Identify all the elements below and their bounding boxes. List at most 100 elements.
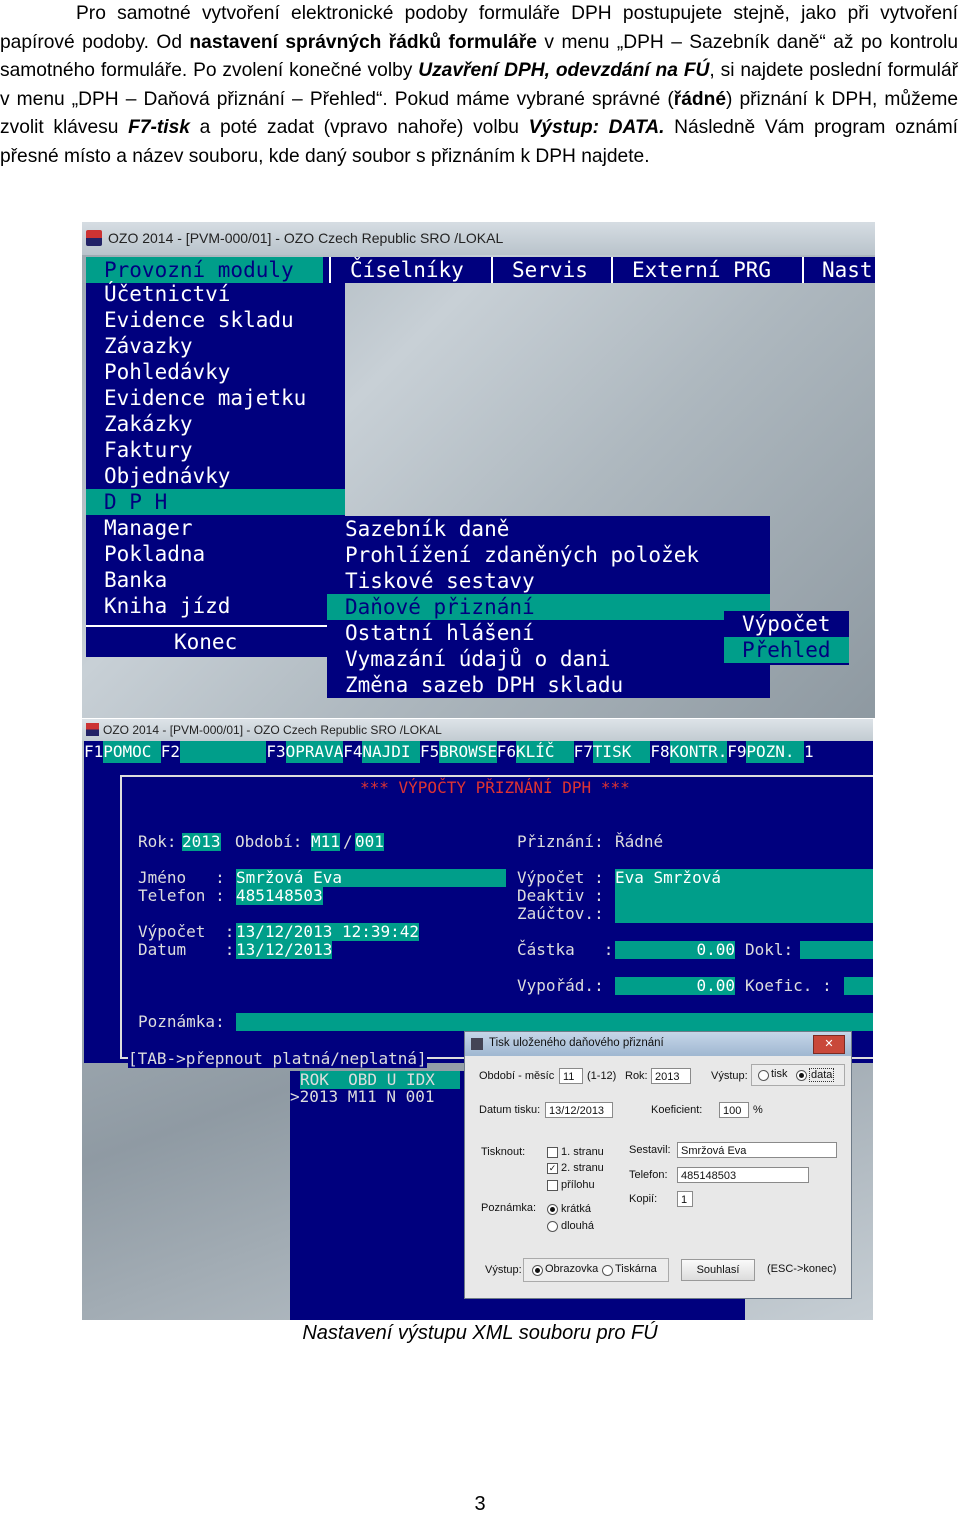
datum-field[interactable]: 13/12/2013 xyxy=(236,941,333,959)
fkey-label[interactable]: KLÍČ xyxy=(516,741,574,763)
menu-item-ucetnictvi[interactable]: Účetnictví xyxy=(104,281,230,307)
figure-caption: Nastavení výstupu XML souboru pro FÚ xyxy=(302,1322,658,1344)
radio-data[interactable] xyxy=(796,1070,807,1081)
menu-externi-prg[interactable]: Externí PRG xyxy=(632,257,771,283)
range-label: (1-12) xyxy=(587,1070,617,1082)
jmeno-field[interactable]: Smržová Eva xyxy=(236,869,506,887)
list-row[interactable]: >2013 M11 N 001 xyxy=(290,1088,435,1106)
obdobi-month-field[interactable]: M11 xyxy=(311,833,340,851)
radio-dlouha[interactable] xyxy=(547,1221,558,1232)
fkey-f5[interactable]: F5 xyxy=(420,741,439,763)
castka-label: Částka : xyxy=(517,940,614,959)
telefon-label-dialog: Telefon: xyxy=(629,1169,668,1181)
vypocet-right-field[interactable]: Eva Smržová xyxy=(615,869,873,887)
menu-item-zakazky[interactable]: Zakázky xyxy=(104,411,193,437)
fkey-label[interactable]: POZN. xyxy=(746,741,804,763)
menu-item-ostatni-hlaseni[interactable]: Ostatní hlášení xyxy=(345,620,535,646)
fkey-f7[interactable]: F7 xyxy=(574,741,593,763)
fkey-f8[interactable]: F8 xyxy=(650,741,669,763)
datum-tisku-input[interactable]: 13/12/2013 xyxy=(545,1102,613,1118)
window-heading: *** VÝPOČTY PŘIZNÁNÍ DPH *** xyxy=(360,778,630,797)
checkbox-priloha-label: přílohu xyxy=(561,1179,595,1191)
menu-ciselniky[interactable]: Číselníky xyxy=(350,257,464,283)
radio-tiskarna[interactable] xyxy=(602,1265,613,1276)
checkbox-2-strana-label: 2. stranu xyxy=(561,1162,604,1174)
menu-nastaveni[interactable]: Nast xyxy=(822,257,873,283)
vypocet-field[interactable]: 13/12/2013 12:39:42 xyxy=(236,923,420,941)
dph-dropdown: Sazebník daně Prohlížení zdaněných polož… xyxy=(327,516,770,698)
menu-item-dph[interactable]: D P H xyxy=(104,489,167,515)
vystup2-group: Obrazovka Tiskárna xyxy=(523,1258,669,1282)
koeficient-input[interactable]: 100 xyxy=(719,1102,749,1118)
radio-kratka[interactable] xyxy=(547,1204,558,1215)
menu-item-prehled[interactable]: Přehled xyxy=(742,637,831,663)
datum-label: Datum : xyxy=(138,940,235,959)
checkbox-2-strana[interactable]: ✓ xyxy=(547,1163,558,1174)
fkey-label[interactable]: TISK xyxy=(592,741,651,763)
fkey-label[interactable]: BROWSE xyxy=(439,741,497,763)
menu-servis[interactable]: Servis xyxy=(512,257,588,283)
menu-item-faktury[interactable]: Faktury xyxy=(104,437,193,463)
radio-obrazovka[interactable] xyxy=(532,1265,543,1276)
menu-item-evidence-majetku[interactable]: Evidence majetku xyxy=(104,385,306,411)
menu-item-pohledavky[interactable]: Pohledávky xyxy=(104,359,230,385)
fkey-1[interactable]: 1 xyxy=(804,741,814,763)
rok-input-dialog[interactable]: 2013 xyxy=(651,1068,691,1084)
radio-kratka-label: krátká xyxy=(561,1203,591,1215)
rok-field[interactable]: 2013 xyxy=(182,833,221,851)
vypocet-right-label: Výpočet : xyxy=(517,868,604,887)
menu-item-pokladna[interactable]: Pokladna xyxy=(104,541,205,567)
fkey-f2[interactable]: F2 xyxy=(161,741,180,763)
menu-provozni-moduly[interactable]: Provozní moduly xyxy=(86,257,323,283)
menu-item-kniha-jizd[interactable]: Kniha jízd xyxy=(104,593,230,619)
menu-item-prohlizeni[interactable]: Prohlížení zdaněných položek xyxy=(345,542,699,568)
menu-item-sazebnik-dane[interactable]: Sazebník daně xyxy=(345,516,509,542)
dokl-label: Dokl: xyxy=(745,940,794,959)
priznani-dropdown: Výpočet Přehled xyxy=(724,611,849,665)
close-button[interactable]: ✕ xyxy=(813,1035,845,1054)
menu-item-zavazky[interactable]: Závazky xyxy=(104,333,193,359)
menu-item-konec[interactable]: Konec xyxy=(174,629,237,655)
menu-item-objednavky[interactable]: Objednávky xyxy=(104,463,230,489)
menu-item-tiskove-sestavy[interactable]: Tiskové sestavy xyxy=(345,568,535,594)
fkey-label[interactable]: NAJDI xyxy=(362,741,420,763)
fkey-label[interactable] xyxy=(180,741,267,763)
fkey-f1[interactable]: F1 xyxy=(84,741,103,763)
fkey-f4[interactable]: F4 xyxy=(343,741,362,763)
fkey-label[interactable]: OPRAVA xyxy=(285,741,343,763)
castka-field[interactable]: 0.00 xyxy=(615,941,735,959)
menu-item-manager[interactable]: Manager xyxy=(104,515,193,541)
koeficient-label: Koeficient: xyxy=(651,1104,703,1116)
radio-tisk-label: tisk xyxy=(771,1068,788,1080)
fkey-f3[interactable]: F3 xyxy=(266,741,285,763)
menu-item-danove-priznani[interactable]: Daňové přiznání xyxy=(345,594,535,620)
checkbox-1-strana[interactable] xyxy=(547,1147,558,1158)
radio-tisk[interactable] xyxy=(758,1070,769,1081)
kopii-input[interactable]: 1 xyxy=(677,1191,693,1207)
window-titlebar-2: OZO 2014 - [PVM-000/01] - OZO Czech Repu… xyxy=(82,719,873,741)
fkey-label[interactable]: KONTR. xyxy=(669,741,727,763)
zauctov-field[interactable] xyxy=(615,905,873,923)
souhlasi-button[interactable]: Souhlasí xyxy=(681,1259,755,1281)
telefon-field[interactable]: 485148503 xyxy=(236,887,323,905)
deaktiv-field[interactable] xyxy=(615,887,873,905)
fkey-label[interactable]: POMOC xyxy=(103,741,161,763)
koefic-field[interactable] xyxy=(844,977,873,995)
fkey-f6[interactable]: F6 xyxy=(497,741,516,763)
telefon-input-dialog[interactable]: 485148503 xyxy=(677,1167,809,1183)
menu-item-banka[interactable]: Banka xyxy=(104,567,167,593)
sestavil-input[interactable]: Smržová Eva xyxy=(677,1142,837,1158)
obdobi-number-field[interactable]: 001 xyxy=(355,833,384,851)
obdobi-mesic-input[interactable]: 11 xyxy=(559,1068,583,1084)
tisknout-label: Tisknout: xyxy=(481,1146,526,1158)
menu-item-vymazani-udaju[interactable]: Vymazání údajů o dani xyxy=(345,646,611,672)
menu-item-evidence-skladu[interactable]: Evidence skladu xyxy=(104,307,294,333)
dokl-field[interactable] xyxy=(800,941,873,959)
fkey-f9[interactable]: F9 xyxy=(727,741,746,763)
menu-item-zmena-sazeb[interactable]: Změna sazeb DPH skladu xyxy=(345,672,623,698)
printer-icon xyxy=(471,1038,483,1050)
vyporad-field[interactable]: 0.00 xyxy=(615,977,735,995)
poznamka-field[interactable] xyxy=(236,1013,873,1031)
checkbox-priloha[interactable] xyxy=(547,1180,558,1191)
menu-item-vypocet[interactable]: Výpočet xyxy=(742,611,831,637)
